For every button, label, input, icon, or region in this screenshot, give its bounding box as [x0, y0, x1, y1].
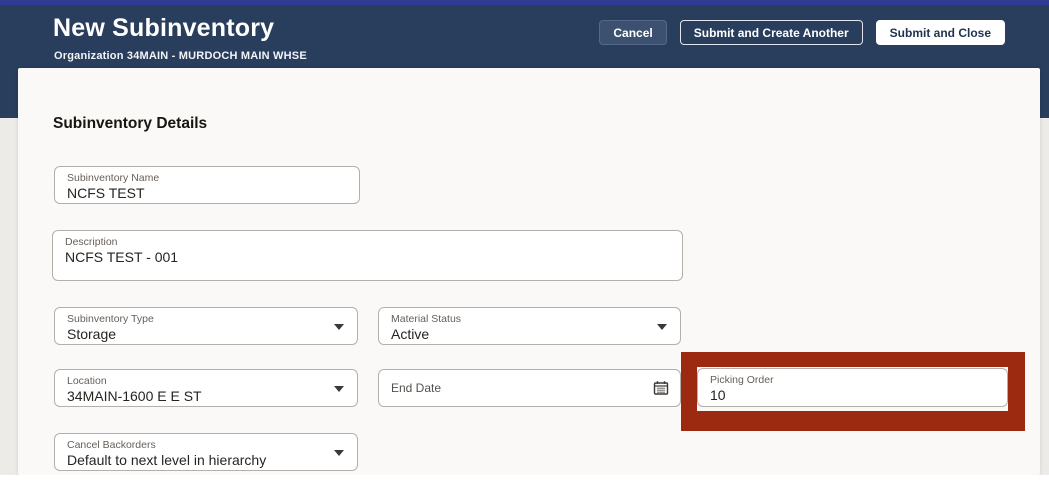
cancel-backorders-label: Cancel Backorders: [67, 439, 156, 451]
content-panel: Subinventory Details Subinventory Name N…: [18, 68, 1040, 475]
end-date-field[interactable]: End Date: [378, 369, 681, 407]
submit-and-close-button[interactable]: Submit and Close: [875, 20, 1005, 45]
location-label: Location: [67, 375, 107, 387]
location-value: 34MAIN-1600 E E ST: [67, 388, 202, 404]
caret-down-icon[interactable]: [657, 324, 667, 330]
header-actions: Cancel Submit and Create Another Submit …: [599, 20, 1005, 45]
subinventory-name-value: NCFS TEST: [67, 185, 145, 201]
section-title: Subinventory Details: [53, 115, 208, 132]
location-dropdown[interactable]: Location 34MAIN-1600 E E ST: [54, 369, 358, 407]
subinventory-type-label: Subinventory Type: [67, 313, 154, 325]
organization-subtitle: Organization 34MAIN - MURDOCH MAIN WHSE: [54, 50, 307, 62]
subinventory-name-label: Subinventory Name: [67, 172, 160, 184]
material-status-label: Material Status: [391, 313, 462, 325]
caret-down-icon[interactable]: [334, 450, 344, 456]
picking-order-label: Picking Order: [710, 374, 774, 386]
subinventory-type-dropdown[interactable]: Subinventory Type Storage: [54, 307, 358, 345]
picking-order-field[interactable]: Picking Order 10: [697, 368, 1008, 407]
caret-down-icon[interactable]: [334, 324, 344, 330]
subinventory-type-value: Storage: [67, 326, 117, 342]
material-status-dropdown[interactable]: Material Status Active: [378, 307, 681, 345]
screenshot-bottom-edge: [0, 475, 1049, 480]
description-value: NCFS TEST - 001: [65, 249, 179, 265]
page-title: New Subinventory: [53, 14, 275, 42]
caret-down-icon[interactable]: [334, 386, 344, 392]
end-date-label: End Date: [391, 381, 442, 395]
calendar-icon[interactable]: [652, 379, 670, 397]
cancel-backorders-value: Default to next level in hierarchy: [67, 452, 267, 468]
description-field[interactable]: Description NCFS TEST - 001: [52, 230, 683, 281]
cancel-button[interactable]: Cancel: [599, 20, 667, 45]
picking-order-value: 10: [710, 387, 726, 403]
submit-and-create-another-button[interactable]: Submit and Create Another: [679, 20, 863, 45]
description-label: Description: [65, 236, 118, 248]
subinventory-name-field[interactable]: Subinventory Name NCFS TEST: [54, 166, 360, 204]
material-status-value: Active: [391, 326, 430, 342]
cancel-backorders-dropdown[interactable]: Cancel Backorders Default to next level …: [54, 433, 358, 471]
